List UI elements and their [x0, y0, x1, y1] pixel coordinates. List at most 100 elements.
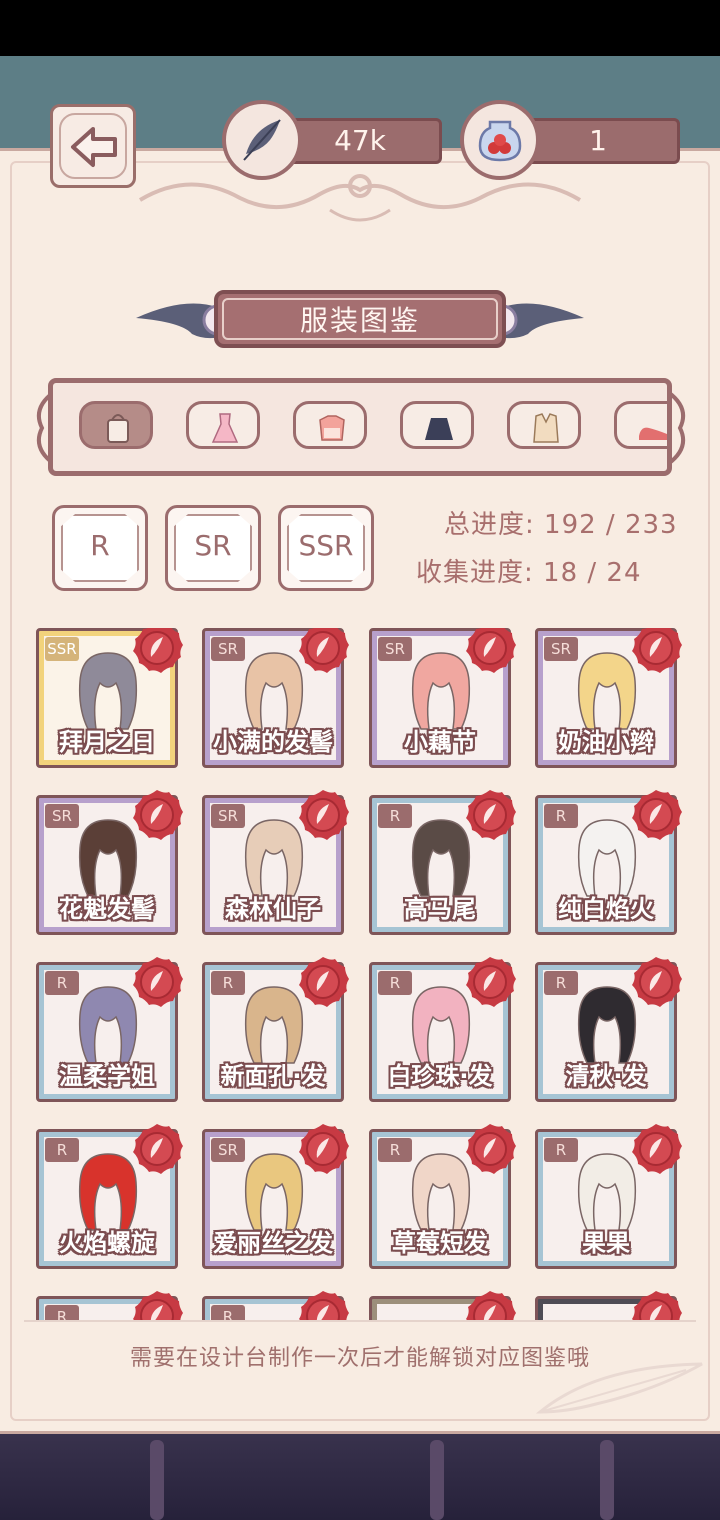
category-tab-skirt[interactable] [400, 401, 474, 449]
item-card[interactable]: R 高马尾 [369, 790, 516, 935]
rarity-badge: R [378, 1138, 412, 1162]
hairstyle-shape [244, 652, 304, 730]
item-name: 草莓短发 [392, 1229, 488, 1257]
item-card[interactable]: R 温柔学姐 [36, 957, 183, 1102]
filter-r-button[interactable]: R [52, 505, 148, 591]
hair-collection-grid: SSR 拜月之日 SR 小满的发髻 SR 小藕节 SR 奶油小辫 SR 花魁发髻 SR 森林仙子 R 高马… [36, 628, 686, 1320]
category-tab-dress[interactable] [186, 401, 260, 449]
item-card[interactable]: R 纯白焰火 [535, 790, 682, 935]
item-name: 小满的发髻 [213, 728, 333, 756]
item-card[interactable]: SR 森林仙子 [202, 790, 349, 935]
wax-seal-feather-icon [632, 790, 682, 840]
rarity-badge: SSR [45, 637, 79, 661]
wax-seal-feather-icon [466, 957, 516, 1007]
hairstyle-shape [577, 819, 637, 897]
item-name: 奶油小辫 [558, 728, 654, 756]
item-card[interactable]: SR 花魁发髻 [36, 790, 183, 935]
item-card[interactable]: SR 奶油小辫 [535, 628, 682, 768]
item-name: 新面孔·发 [220, 1062, 326, 1090]
back-button[interactable] [50, 104, 136, 188]
category-tab-top[interactable] [293, 401, 367, 449]
item-card[interactable]: SR 爱丽丝之发 [202, 1124, 349, 1269]
rarity-badge: R [544, 1138, 578, 1162]
item-card[interactable]: R 果果 [535, 1124, 682, 1269]
back-arrow-icon [71, 127, 117, 167]
page-title: 服装图鉴 [222, 298, 498, 340]
feather-bubble [222, 100, 302, 180]
rarity-badge: SR [211, 1138, 245, 1162]
hairstyle-shape [411, 819, 471, 897]
rarity-badge: SR [544, 637, 578, 661]
filter-r-label: R [90, 529, 110, 562]
potion-currency: 1 [460, 100, 680, 180]
item-name: 爱丽丝之发 [213, 1229, 333, 1257]
rarity-badge: SR [211, 804, 245, 828]
filter-ssr-button[interactable]: SSR [278, 505, 374, 591]
title-banner: 服装图鉴 [132, 284, 588, 358]
hairstyle-shape [577, 1153, 637, 1231]
item-card[interactable] [535, 1291, 682, 1320]
root-deco [150, 1440, 164, 1520]
rarity-badge: SR [211, 637, 245, 661]
hairstyle-shape [244, 986, 304, 1064]
feather-icon [243, 119, 281, 161]
item-card[interactable]: R 清秋·发 [535, 957, 682, 1102]
wax-seal-feather-icon [466, 790, 516, 840]
potion-count: 1 [516, 118, 680, 164]
title-plate: 服装图鉴 [214, 290, 506, 348]
hairstyle-shape [78, 819, 138, 897]
item-card[interactable]: SR 小满的发髻 [202, 628, 349, 768]
item-name: 森林仙子 [225, 895, 321, 923]
footer-divider [24, 1320, 696, 1322]
hairstyle-shape [577, 986, 637, 1064]
rarity-badge: R [211, 971, 245, 995]
bag-icon [107, 414, 129, 443]
dress-icon [211, 413, 239, 443]
rarity-badge: R [45, 971, 79, 995]
category-tab-coat[interactable] [507, 401, 581, 449]
collection-progress: 收集进度: 18 / 24 [416, 558, 642, 588]
wax-seal-feather-icon [133, 628, 183, 673]
item-name: 高马尾 [404, 895, 476, 923]
wax-seal-feather-icon [299, 628, 349, 673]
wax-seal-feather-icon [632, 1291, 682, 1320]
category-tab-shoes[interactable] [614, 401, 667, 449]
item-card[interactable]: SSR 拜月之日 [36, 628, 183, 768]
wax-seal-feather-icon [466, 628, 516, 673]
item-name: 纯白焰火 [558, 895, 654, 923]
item-card[interactable]: R 草莓短发 [369, 1124, 516, 1269]
wax-seal-feather-icon [133, 957, 183, 1007]
status-bar [0, 0, 720, 56]
root-deco [600, 1440, 614, 1520]
filter-sr-button[interactable]: SR [165, 505, 261, 591]
potion-jar-icon [478, 120, 522, 162]
item-card[interactable]: R 火焰螺旋 [36, 1124, 183, 1269]
category-tab-bag[interactable] [79, 401, 153, 449]
item-name: 果果 [582, 1229, 630, 1257]
hairstyle-shape [78, 1153, 138, 1231]
filter-ssr-label: SSR [298, 529, 354, 562]
feather-count: 47k [278, 118, 442, 164]
item-name: 小藕节 [404, 728, 476, 756]
item-card[interactable]: R [36, 1291, 183, 1320]
category-strip [48, 378, 672, 476]
feather-watermark-icon [536, 1362, 703, 1414]
item-card[interactable]: R 白珍珠·发 [369, 957, 516, 1102]
wax-seal-feather-icon [632, 628, 682, 673]
wax-seal-feather-icon [632, 957, 682, 1007]
item-name: 拜月之日 [59, 728, 155, 756]
item-card[interactable]: R 新面孔·发 [202, 957, 349, 1102]
item-card[interactable]: SR 小藕节 [369, 628, 516, 768]
rarity-badge: R [45, 1138, 79, 1162]
feather-currency: 47k [222, 100, 442, 180]
wax-seal-feather-icon [632, 1124, 682, 1174]
hairstyle-shape [411, 652, 471, 730]
item-card[interactable] [369, 1291, 516, 1320]
rarity-badge: R [544, 804, 578, 828]
hairstyle-shape [78, 986, 138, 1064]
wax-seal-feather-icon [133, 790, 183, 840]
item-name: 火焰螺旋 [59, 1229, 155, 1257]
wax-seal-feather-icon [133, 1124, 183, 1174]
rarity-badge: R [378, 971, 412, 995]
item-card[interactable]: R [202, 1291, 349, 1320]
